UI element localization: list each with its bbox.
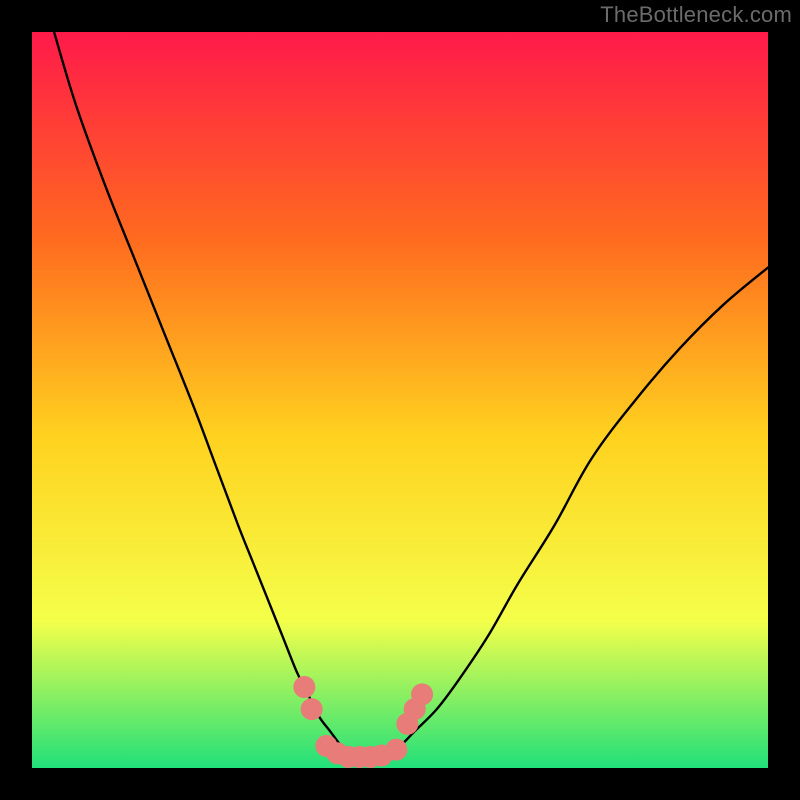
blob-dot: [411, 683, 433, 705]
watermark-text: TheBottleneck.com: [600, 2, 792, 28]
blob-dot: [301, 698, 323, 720]
plot-area: [32, 32, 768, 768]
chart-frame: TheBottleneck.com: [0, 0, 800, 800]
blob-dot: [293, 676, 315, 698]
chart-svg: [32, 32, 768, 768]
gradient-background: [32, 32, 768, 768]
blob-dot: [385, 739, 407, 761]
